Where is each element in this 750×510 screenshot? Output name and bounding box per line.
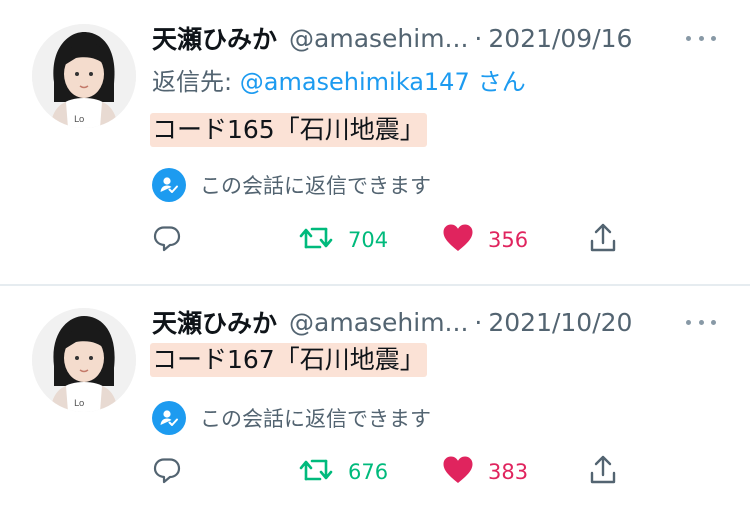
heart-icon <box>442 455 474 490</box>
person-check-icon <box>152 168 186 202</box>
tweet-actions: 676 383 <box>152 454 632 490</box>
tweet-header: 天瀬ひみか @amasehim... · 2021/10/20 <box>152 304 632 340</box>
share-button[interactable] <box>588 222 618 258</box>
reply-button[interactable] <box>152 454 182 490</box>
retweet-button[interactable]: 704 <box>298 222 388 258</box>
heart-icon <box>442 223 474 258</box>
tweet-text: コード167「石川地震」 <box>150 343 427 377</box>
conversation-notice-text: この会話に返信できます <box>200 407 431 431</box>
retweet-icon <box>298 455 334 490</box>
tweet-date[interactable]: 2021/10/20 <box>488 308 632 337</box>
share-icon <box>588 454 618 491</box>
reply-to-prefix: 返信先: <box>152 68 233 96</box>
tweet-text: コード165「石川地震」 <box>150 113 427 147</box>
user-handle[interactable]: @amasehim... <box>289 308 468 337</box>
like-button[interactable]: 383 <box>442 454 528 490</box>
reply-to-mention[interactable]: @amasehimika147 <box>240 68 470 96</box>
reply-bubble-icon <box>152 223 182 258</box>
tweet-header: 天瀬ひみか @amasehim... · 2021/09/16 <box>152 20 632 56</box>
share-button[interactable] <box>588 454 618 490</box>
tweet-actions: 704 356 <box>152 222 632 258</box>
share-icon <box>588 222 618 259</box>
svg-text:Lo: Lo <box>74 115 85 125</box>
retweet-icon <box>298 223 334 258</box>
avatar[interactable]: Lo <box>32 308 136 412</box>
svg-text:Lo: Lo <box>74 399 85 409</box>
conversation-notice: この会話に返信できます <box>152 167 431 203</box>
more-horizontal-icon[interactable] <box>686 317 716 327</box>
conversation-notice: この会話に返信できます <box>152 400 431 436</box>
reply-bubble-icon <box>152 455 182 490</box>
display-name[interactable]: 天瀬ひみか <box>152 20 277 56</box>
reply-button[interactable] <box>152 222 182 258</box>
person-check-icon <box>152 401 186 435</box>
tweet[interactable]: Lo 天瀬ひみか @amasehim... · 2021/10/20 コード16… <box>0 286 750 510</box>
display-name[interactable]: 天瀬ひみか <box>152 304 277 340</box>
more-horizontal-icon[interactable] <box>686 33 716 43</box>
retweet-count: 676 <box>348 460 389 484</box>
tweet-date[interactable]: 2021/09/16 <box>488 24 632 53</box>
like-count: 356 <box>488 228 529 252</box>
retweet-button[interactable]: 676 <box>298 454 388 490</box>
like-button[interactable]: 356 <box>442 222 528 258</box>
reply-to-line: 返信先: @amasehimika147 さん <box>152 62 526 97</box>
avatar[interactable]: Lo <box>32 24 136 128</box>
conversation-notice-text: この会話に返信できます <box>200 174 431 198</box>
user-handle[interactable]: @amasehim... <box>289 24 468 53</box>
tweet[interactable]: Lo 天瀬ひみか @amasehim... · 2021/09/16 返信先: … <box>0 0 750 284</box>
separator: · <box>474 23 483 53</box>
like-count: 383 <box>488 460 529 484</box>
separator: · <box>474 307 483 337</box>
reply-to-suffix: さん <box>477 68 526 96</box>
retweet-count: 704 <box>348 228 389 252</box>
